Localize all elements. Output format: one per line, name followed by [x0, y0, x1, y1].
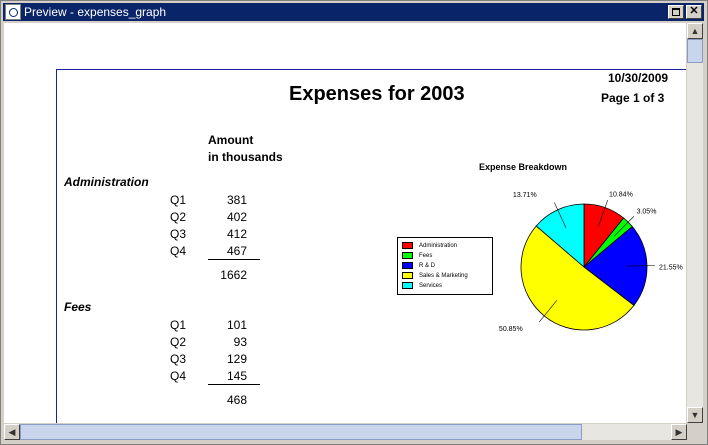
quarter-amount: 412 [226, 227, 247, 241]
group-total: 1662 [220, 268, 247, 282]
chart-title: Expense Breakdown [479, 162, 568, 172]
legend-swatch [402, 262, 413, 269]
quarter-amount: 145 [226, 369, 247, 383]
quarter-label: Q3 [170, 227, 187, 241]
title-bar[interactable]: Preview - expenses_graph ✕ [3, 3, 704, 21]
legend-swatch [402, 252, 413, 259]
legend-label: Fees [419, 252, 433, 259]
legend-swatch [402, 282, 413, 289]
quarter-label: Q2 [170, 335, 187, 349]
amount-header-units: in thousands [208, 150, 283, 164]
quarter-amount: 402 [226, 210, 247, 224]
legend-swatch [402, 242, 413, 249]
quarter-label: Q1 [170, 318, 187, 332]
legend-item: Administration [402, 241, 457, 250]
quarter-label: Q4 [170, 244, 187, 258]
scroll-up-button[interactable]: ▲ [687, 23, 703, 39]
window-title: Preview - expenses_graph [24, 5, 167, 19]
report-date: 10/30/2009 [608, 71, 669, 85]
subtotal-rule [208, 384, 260, 385]
arrow-left-icon: ◀ [8, 427, 16, 437]
legend-item: Services [402, 281, 442, 290]
close-icon: ✕ [689, 5, 699, 17]
quarter-label: Q3 [170, 352, 187, 366]
horizontal-scroll-thumb[interactable] [20, 424, 582, 440]
horizontal-scrollbar[interactable]: ◀ ▶ [4, 424, 687, 440]
legend-item: Fees [402, 251, 432, 260]
slice-percent-label: 10.84% [609, 191, 633, 198]
close-button[interactable]: ✕ [686, 5, 702, 19]
quarter-amount: 381 [226, 193, 247, 207]
arrow-down-icon: ▼ [690, 410, 700, 420]
amount-header: Amount [208, 133, 254, 147]
scroll-right-button[interactable]: ▶ [671, 424, 687, 440]
vertical-scrollbar[interactable]: ▲ ▼ [687, 23, 703, 423]
group-heading-fees: Fees [64, 300, 92, 314]
quarter-label: Q4 [170, 369, 187, 383]
legend-item: R & D [402, 261, 435, 270]
scroll-left-button[interactable]: ◀ [4, 424, 20, 440]
quarter-amount: 93 [233, 335, 247, 349]
legend-label: Services [419, 282, 443, 289]
expense-pie-chart: 10.84% 3.05% 21.55% 50.85% 13.71% [499, 191, 683, 333]
quarter-label: Q2 [170, 210, 187, 224]
chart-legend: Administration Fees R & D Sales & Market… [397, 237, 493, 295]
report-title: Expenses for 2003 [289, 83, 465, 105]
arrow-right-icon: ▶ [675, 427, 683, 437]
quarter-amount: 467 [226, 244, 247, 258]
scroll-down-button[interactable]: ▼ [687, 407, 703, 423]
arrow-up-icon: ▲ [690, 26, 700, 36]
legend-swatch [402, 272, 413, 279]
maximize-button[interactable] [668, 5, 684, 19]
legend-label: R & D [419, 262, 436, 269]
app-icon [5, 4, 21, 20]
preview-window: Preview - expenses_graph ✕ 10/30/2009 Pa… [0, 0, 708, 445]
slice-percent-label: 13.71% [513, 192, 537, 199]
subtotal-rule [208, 259, 260, 260]
quarter-label: Q1 [170, 193, 187, 207]
slice-percent-label: 3.05% [637, 209, 657, 216]
slice-percent-label: 21.55% [659, 264, 683, 271]
legend-label: Administration [419, 242, 458, 249]
group-total: 468 [226, 393, 247, 407]
legend-item: Sales & Marketing [402, 271, 468, 280]
vertical-scroll-thumb[interactable] [687, 39, 703, 63]
quarter-amount: 101 [226, 318, 247, 332]
report-canvas: 10/30/2009 Page 1 of 3 Expenses for 2003… [4, 23, 686, 423]
slice-percent-label: 50.85% [499, 326, 523, 333]
legend-label: Sales & Marketing [419, 272, 468, 279]
quarter-amount: 129 [226, 352, 247, 366]
page-number: Page 1 of 3 [601, 91, 665, 105]
group-heading-administration: Administration [64, 175, 149, 189]
